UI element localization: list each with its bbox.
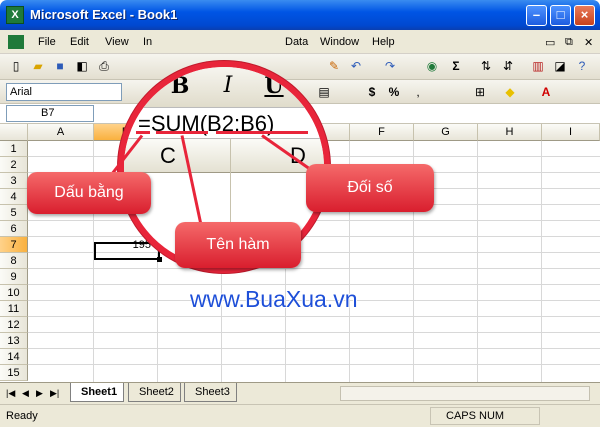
gridline [28, 284, 600, 285]
title-bar: X Microsoft Excel - Book1 – □ × [0, 0, 600, 30]
status-caps-num: CAPS NUM [446, 410, 505, 422]
menu-help[interactable]: Help [372, 36, 395, 48]
row-header-11[interactable]: 11 [0, 301, 28, 317]
gridline [28, 268, 600, 269]
menu-window[interactable]: Window [320, 36, 359, 48]
row-header-2[interactable]: 2 [0, 157, 28, 173]
watermark-text: www.BuaXua.vn [190, 286, 358, 312]
menu-bar: File Edit View In Data Window Help ▭ ⧉ ✕ [0, 30, 600, 54]
row-header-15[interactable]: 15 [0, 365, 28, 381]
gridline [477, 141, 478, 382]
next-sheet-icon[interactable]: ▶ [36, 388, 43, 399]
italic-button[interactable]: I [212, 71, 244, 101]
horizontal-scrollbar[interactable] [340, 386, 590, 401]
row-header-6[interactable]: 6 [0, 221, 28, 237]
maximize-button[interactable]: □ [550, 5, 571, 26]
magnified-formula: =SUM(B2:B6) [124, 107, 324, 139]
row-header-13[interactable]: 13 [0, 333, 28, 349]
new-file-icon[interactable]: ▯ [8, 58, 24, 74]
chart-wizard-icon[interactable]: ▥ [530, 58, 546, 74]
restore-workbook-icon[interactable]: ▭ [545, 36, 555, 49]
column-header-h[interactable]: H [478, 124, 542, 141]
help-icon[interactable]: ? [574, 58, 590, 74]
prev-sheet-icon[interactable]: ◀ [22, 388, 29, 399]
window-title: Microsoft Excel - Book1 [30, 7, 178, 22]
menu-edit[interactable]: Edit [70, 36, 89, 48]
autosum-icon[interactable]: Σ [448, 58, 464, 74]
format-painter-icon[interactable]: ✎ [326, 58, 342, 74]
gridline [28, 332, 600, 333]
equals-underline [136, 131, 150, 134]
gridline [28, 348, 600, 349]
row-header-14[interactable]: 14 [0, 349, 28, 365]
permission-icon[interactable]: ◧ [74, 58, 90, 74]
save-icon[interactable]: ■ [52, 58, 68, 74]
redo-icon[interactable]: ↷ [382, 58, 398, 74]
active-cell-b7[interactable] [94, 242, 162, 262]
callout-function-name: Tên hàm [175, 222, 301, 268]
menu-view[interactable]: View [105, 36, 129, 48]
select-all-corner[interactable] [0, 124, 28, 141]
workbook-icon[interactable] [8, 35, 24, 49]
gridline [28, 364, 600, 365]
sort-descending-icon[interactable]: ⇵ [500, 58, 516, 74]
drawing-icon[interactable]: ◪ [552, 58, 568, 74]
hyperlink-icon[interactable]: ◉ [424, 58, 440, 74]
row-header-4[interactable]: 4 [0, 189, 28, 205]
row-header-8[interactable]: 8 [0, 253, 28, 269]
gridline [541, 141, 542, 382]
undo-icon[interactable]: ↶ [348, 58, 364, 74]
column-header-f[interactable]: F [350, 124, 414, 141]
row-header-12[interactable]: 12 [0, 317, 28, 333]
callout-argument: Đối số [306, 164, 434, 212]
row-header-3[interactable]: 3 [0, 173, 28, 189]
sheet-tabs-bar: |◀ ◀ ▶ ▶| Sheet1 Sheet2 Sheet3 [0, 382, 600, 404]
fill-color-icon[interactable]: ◆ [502, 84, 518, 100]
sort-ascending-icon[interactable]: ⇅ [478, 58, 494, 74]
print-icon[interactable]: ⎙ [96, 58, 112, 74]
restore-icon[interactable]: ⧉ [565, 36, 573, 49]
magnified-column-c: C [160, 143, 176, 168]
comma-style-icon[interactable]: , [410, 84, 426, 100]
menu-file[interactable]: File [38, 36, 56, 48]
column-header-a[interactable]: A [28, 124, 94, 141]
borders-icon[interactable]: ⊞ [472, 84, 488, 100]
status-ready: Ready [6, 410, 38, 422]
menu-insert[interactable]: In [143, 36, 152, 48]
tab-sheet3[interactable]: Sheet3 [184, 383, 237, 402]
menu-data[interactable]: Data [285, 36, 308, 48]
font-name-select[interactable]: Arial [6, 83, 122, 101]
bold-button[interactable]: B [164, 71, 196, 101]
tab-sheet1[interactable]: Sheet1 [70, 383, 125, 402]
row-header-10[interactable]: 10 [0, 285, 28, 301]
minimize-button[interactable]: – [526, 5, 547, 26]
function-underline [156, 131, 208, 134]
gridline [28, 316, 600, 317]
column-header-g[interactable]: G [414, 124, 478, 141]
magnified-toolbar: B I U [124, 67, 324, 107]
close-workbook-icon[interactable]: ✕ [584, 36, 593, 49]
excel-app-icon[interactable]: X [6, 6, 24, 24]
font-color-icon[interactable]: A [538, 84, 554, 100]
callout-equals: Dấu bằng [27, 172, 151, 214]
first-sheet-icon[interactable]: |◀ [6, 388, 15, 399]
tab-sheet2[interactable]: Sheet2 [128, 383, 181, 402]
percent-button[interactable]: % [386, 84, 402, 100]
open-folder-icon[interactable]: ▰ [30, 58, 46, 74]
close-button[interactable]: × [574, 5, 595, 26]
status-bar: Ready CAPS NUM [0, 404, 600, 427]
column-header-i[interactable]: I [542, 124, 600, 141]
row-header-9[interactable]: 9 [0, 269, 28, 285]
underline-button[interactable]: U [258, 71, 290, 101]
last-sheet-icon[interactable]: ▶| [50, 388, 59, 399]
name-box[interactable]: B7 [6, 105, 94, 122]
row-header-5[interactable]: 5 [0, 205, 28, 221]
row-header-1[interactable]: 1 [0, 141, 28, 157]
currency-button[interactable]: $ [364, 84, 380, 100]
row-header-7[interactable]: 7 [0, 237, 28, 253]
